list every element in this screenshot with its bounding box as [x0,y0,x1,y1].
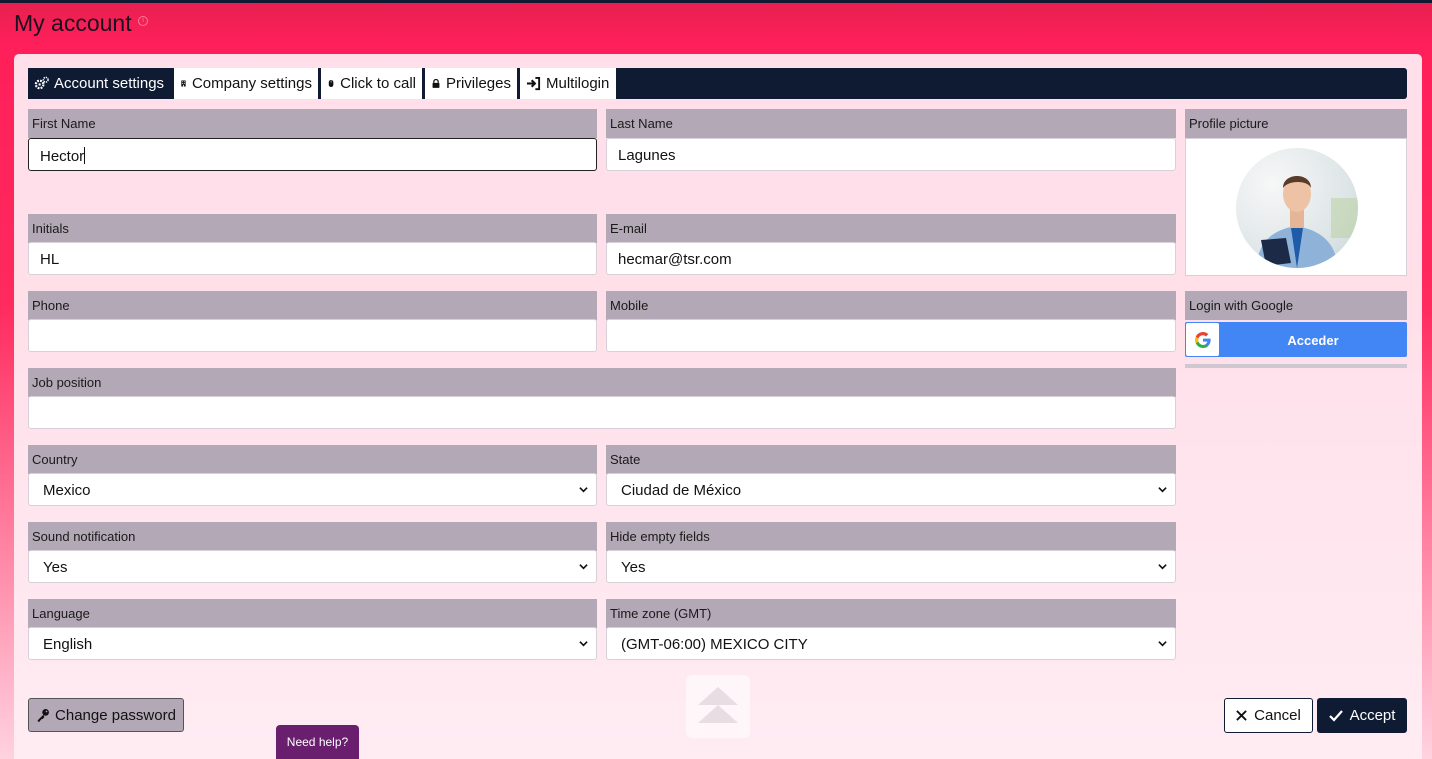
change-password-button[interactable]: Change password [28,698,184,732]
chevron-down-icon [579,641,588,647]
page-title: My account [14,10,132,36]
hide-empty-fields-select[interactable]: Yes [606,550,1176,583]
tab-label: Company settings [191,75,312,92]
chevron-down-icon [1158,487,1167,493]
state-select[interactable]: Ciudad de México [606,473,1176,506]
mobile-field[interactable] [606,319,1176,352]
job-position-field[interactable] [28,396,1176,429]
language-select[interactable]: English [28,627,597,660]
tab-label: Privileges [445,75,511,92]
check-icon [1328,709,1343,722]
last-name-field[interactable]: Lagunes [606,138,1176,171]
tab-privileges[interactable]: Privileges [425,68,520,99]
text-caret [84,147,86,164]
mouse-icon [328,79,334,88]
phone-label: Phone [28,291,597,320]
accept-button[interactable]: Accept [1317,698,1407,733]
job-position-label: Job position [28,368,1176,397]
tab-account-settings[interactable]: Account settings [28,68,174,99]
phone-field[interactable] [28,319,597,352]
mobile-label: Mobile [606,291,1176,320]
gears-icon [34,76,49,90]
arrow-up-icon [698,687,738,723]
email-field[interactable]: hecmar@tsr.com [606,242,1176,275]
last-name-label: Last Name [606,109,1176,138]
country-label: Country [28,445,597,474]
language-label: Language [28,599,597,628]
close-icon [1236,710,1247,721]
tab-multilogin[interactable]: Multilogin [520,68,616,99]
chevron-down-icon [1158,564,1167,570]
chevron-down-icon [579,487,588,493]
initials-field[interactable]: HL [28,242,597,275]
chevron-down-icon [1158,641,1167,647]
google-signin-button[interactable]: Acceder [1185,322,1407,357]
scroll-top-button[interactable] [686,675,750,738]
initials-label: Initials [28,214,597,243]
need-help-button[interactable]: Need help? [276,725,359,759]
chevron-down-icon [579,564,588,570]
tab-click-to-call[interactable]: Click to call [321,68,425,99]
google-login-label: Login with Google [1185,291,1407,320]
cancel-button[interactable]: Cancel [1224,698,1313,733]
tab-label: Click to call [340,75,416,92]
lock-icon [432,78,440,88]
time-zone-label: Time zone (GMT) [606,599,1176,628]
sign-in-icon [526,76,541,91]
sound-notification-label: Sound notification [28,522,597,551]
state-label: State [606,445,1176,474]
country-select[interactable]: Mexico [28,473,597,506]
tab-company-settings[interactable]: Company settings [174,68,321,99]
first-name-field[interactable]: Hector [28,138,597,171]
google-icon [1186,323,1219,356]
info-icon[interactable]: i [138,16,148,26]
divider [1185,364,1407,368]
sound-notification-select[interactable]: Yes [28,550,597,583]
time-zone-select[interactable]: (GMT-06:00) MEXICO CITY [606,627,1176,660]
tab-label: Account settings [54,75,165,92]
tab-label: Multilogin [546,75,610,92]
email-label: E-mail [606,214,1176,243]
top-border [0,0,1432,3]
avatar [1236,148,1358,268]
profile-picture-label: Profile picture [1185,109,1407,138]
building-icon [181,80,186,87]
key-icon [37,709,49,722]
google-button-label: Acceder [1287,333,1339,348]
profile-picture[interactable] [1185,138,1407,276]
first-name-label: First Name [28,109,597,138]
hide-empty-fields-label: Hide empty fields [606,522,1176,551]
